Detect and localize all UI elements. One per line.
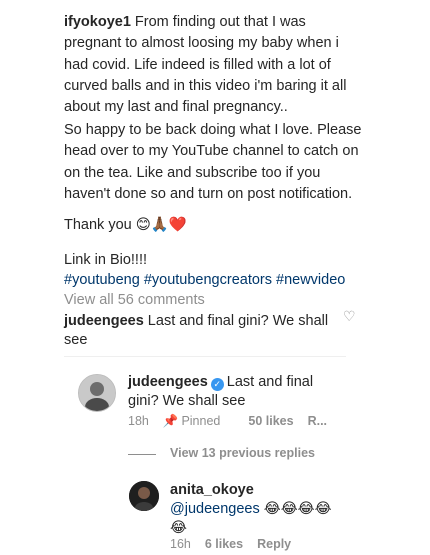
pinned-label: 📌 Pinned: [162, 413, 221, 428]
view-previous-replies-button[interactable]: View 13 previous replies: [170, 446, 315, 460]
comment-text-1: Last and final gini? We shall: [143, 313, 329, 329]
caption-username[interactable]: ifyokoye1: [64, 14, 131, 30]
reply-1-username[interactable]: judeengees: [128, 374, 208, 390]
reply-2-likes[interactable]: 6 likes: [205, 537, 243, 551]
view-replies-line: [128, 454, 156, 455]
reply-2-username[interactable]: anita_okoye: [170, 482, 254, 498]
caption-thank-you: Thank you 😊🙏🏾❤️: [64, 215, 187, 236]
reply-2-reply-button[interactable]: Reply: [257, 537, 291, 551]
view-all-comments-link[interactable]: View all 56 comments: [64, 290, 205, 311]
thank-you-emoji: 😊🙏🏾❤️: [135, 217, 187, 233]
heart-outline-icon[interactable]: ♡: [343, 310, 357, 324]
divider: [64, 356, 346, 357]
caption-paragraph-2: So happy to be back doing what I love. P…: [64, 122, 362, 202]
avatar[interactable]: [78, 374, 116, 412]
comment-line-1: judeengees Last and final gini? We shall: [64, 311, 328, 332]
verified-badge-icon: ✓: [210, 378, 224, 391]
hashtags[interactable]: #youtubeng #youtubengcreators #newvideo: [64, 270, 345, 291]
comment-text-2: see: [64, 332, 88, 348]
post-caption: ifyokoye1 From finding out that I was pr…: [64, 12, 364, 118]
reply-1-likes[interactable]: 50 likes: [248, 414, 293, 428]
reply-1-time: 18h: [128, 414, 149, 428]
thank-you-text: Thank you: [64, 217, 136, 233]
pin-icon: 📌: [162, 413, 179, 428]
reply-1-text: judeengees ✓ Last and final gini? We shall…: [128, 373, 328, 411]
comment-username[interactable]: judeengees: [64, 313, 144, 329]
reply-1-meta: 18h 📌 Pinned 50 likes R...: [128, 413, 341, 429]
reply-2-text: anita_okoye @judeengees 😂😂😂😂😂: [170, 481, 340, 538]
avatar[interactable]: [129, 481, 159, 511]
avatar-photo: [129, 481, 159, 511]
link-in-bio: Link in Bio!!!!: [64, 252, 148, 268]
reply-1-reply-button[interactable]: R...: [308, 414, 327, 428]
avatar-photo: [79, 375, 115, 411]
reply-2-time: 16h: [170, 537, 191, 551]
reply-2-mention[interactable]: @judeengees: [170, 501, 260, 517]
reply-2-meta: 16h 6 likes Reply: [170, 537, 305, 551]
